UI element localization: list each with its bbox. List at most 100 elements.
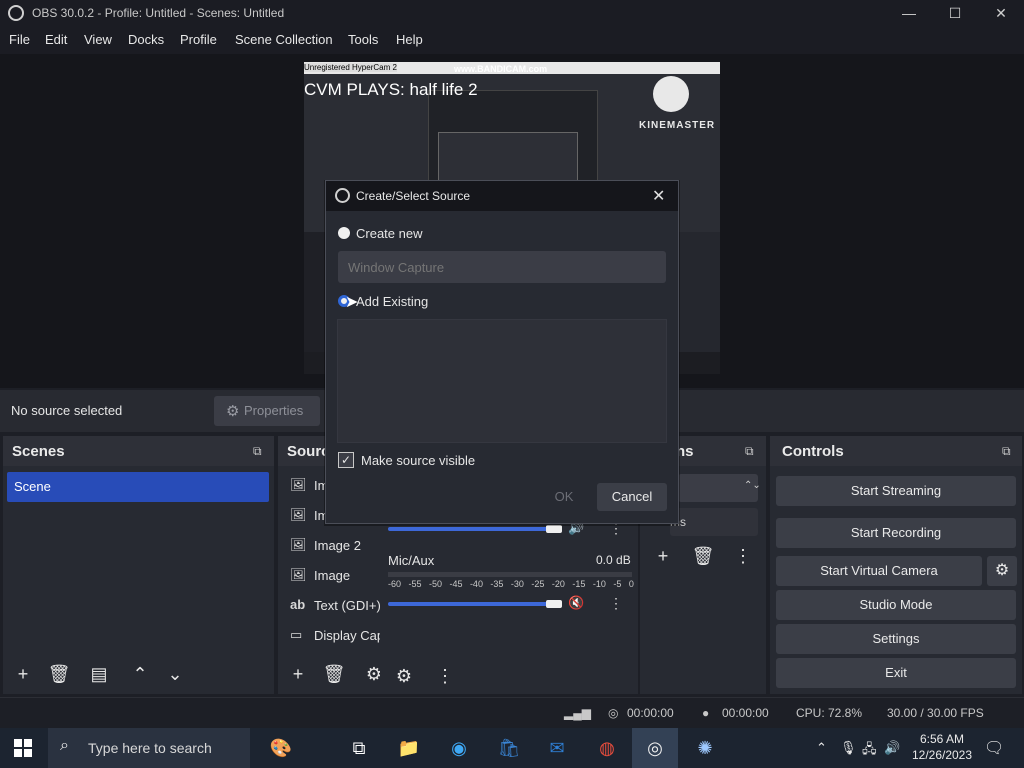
make-visible-checkbox[interactable]: ✓ [338, 452, 354, 468]
level-meter [388, 572, 632, 577]
app-icon[interactable]: ✺ [682, 728, 728, 768]
undock-icon[interactable]: ⧉ [745, 444, 754, 459]
network-icon[interactable]: 🖧 [862, 740, 877, 762]
chrome-icon[interactable]: ◍ [584, 728, 630, 768]
source-item[interactable]: 🖼 Image [288, 562, 385, 590]
source-item[interactable]: ▭ Display Cap [288, 622, 385, 650]
volume-knob-1[interactable] [546, 525, 562, 533]
mail-icon[interactable]: ✉ [534, 728, 580, 768]
display-icon: ▭ [290, 627, 303, 642]
meter-scale: -60 -55 -50 -45 -40 -35 -30 -25 -20 -15 … [388, 579, 634, 589]
make-visible-label[interactable]: Make source visible [361, 453, 475, 468]
scenes-header: Scenes ⧉ [3, 436, 274, 466]
record-icon: ● [702, 706, 710, 720]
volume-knob-2[interactable] [546, 600, 562, 608]
store-icon[interactable]: 🛍 [486, 728, 532, 768]
notification-icon[interactable]: 🗨 [984, 738, 1004, 758]
file-explorer-icon[interactable]: 📁 [386, 728, 432, 768]
add-existing-label[interactable]: Add Existing [356, 294, 428, 309]
close-button[interactable]: ✕ [978, 0, 1024, 26]
add-source-button[interactable]: + [283, 660, 313, 688]
remove-transition-button[interactable]: 🗑 [688, 542, 718, 570]
controls-title: Controls [782, 443, 844, 460]
add-transition-button[interactable]: + [648, 542, 678, 570]
tray-chevron-icon[interactable]: ⌃ [816, 740, 827, 756]
scene-filter-button[interactable]: ▤ [84, 660, 114, 688]
microphone-icon[interactable]: 🎙 [840, 740, 857, 756]
properties-label: Properties [244, 403, 304, 418]
source-item[interactable]: 🖼 Image 2 [288, 532, 385, 560]
menu-file[interactable]: File [9, 32, 30, 47]
edge-icon[interactable]: ◉ [436, 728, 482, 768]
obs-taskbar-icon[interactable]: ◎ [632, 728, 678, 768]
create-new-radio[interactable] [338, 227, 350, 239]
undock-icon[interactable]: ⧉ [1002, 444, 1011, 459]
move-down-button[interactable]: ⌄ [160, 660, 190, 688]
window-title: OBS 30.0.2 - Profile: Untitled - Scenes:… [32, 6, 285, 20]
scale-tick: -60 [388, 579, 402, 589]
more-options-icon[interactable]: ⋮ [609, 595, 623, 612]
source-item[interactable]: ab Text (GDI+) [288, 592, 385, 620]
widgets-icon[interactable]: 🎨 [258, 728, 304, 768]
muted-speaker-icon[interactable]: 🔇 [568, 595, 584, 611]
task-view-icon[interactable]: ⧉ [336, 728, 382, 768]
existing-sources-list[interactable] [337, 319, 667, 443]
clock[interactable]: 6:56 AM 12/26/2023 [906, 731, 978, 763]
transition-select[interactable]: ⌃⌄ [678, 474, 761, 502]
menu-edit[interactable]: Edit [45, 32, 67, 47]
start-virtual-camera-button[interactable]: Start Virtual Camera [776, 556, 982, 586]
settings-button[interactable]: Settings [776, 624, 1016, 654]
fps-readout: 30.00 / 30.00 FPS [887, 706, 984, 720]
virtual-camera-settings-button[interactable]: ⚙ [987, 556, 1017, 586]
scale-tick: -20 [551, 579, 565, 589]
controls-dock: Controls ⧉ Start Streaming Start Recordi… [770, 436, 1022, 694]
duration-input[interactable]: ms [670, 508, 758, 536]
signal-icon: ▂▄▆ [564, 706, 591, 720]
bandicam-watermark: www.BANDICAM.com [454, 64, 548, 74]
source-name-input[interactable] [338, 251, 666, 283]
studio-mode-button[interactable]: Studio Mode [776, 590, 1016, 620]
properties-button[interactable]: ⚙ Properties [214, 396, 320, 426]
menu-docks[interactable]: Docks [128, 32, 164, 47]
exit-button[interactable]: Exit [776, 658, 1016, 688]
create-new-label[interactable]: Create new [356, 226, 422, 241]
menu-help[interactable]: Help [396, 32, 423, 47]
move-up-button[interactable]: ⌃ [125, 660, 155, 688]
volume-slider-1[interactable] [388, 527, 554, 531]
source-label: Text (GDI+) [314, 598, 381, 613]
windows-start-icon[interactable] [14, 739, 32, 757]
taskbar-search[interactable]: ⌕ Type here to search [48, 728, 250, 768]
minimize-button[interactable]: — [886, 0, 932, 26]
volume-icon[interactable]: 🔊 [884, 740, 900, 756]
maximize-button[interactable]: ☐ [932, 0, 978, 26]
obs-logo-icon [335, 188, 350, 203]
search-placeholder: Type here to search [88, 740, 212, 756]
menu-view[interactable]: View [84, 32, 112, 47]
image-icon: 🖼 [290, 567, 307, 582]
add-scene-button[interactable]: + [8, 660, 38, 688]
chevron-updown-icon: ⌃⌄ [744, 480, 761, 491]
scene-item[interactable]: Scene [7, 472, 269, 502]
source-label: Image 2 [314, 538, 361, 553]
text-icon: ab [290, 597, 306, 612]
volume-slider-2[interactable] [388, 602, 554, 606]
transition-menu-button[interactable]: ⋮ [728, 542, 758, 570]
ok-button[interactable]: OK [544, 483, 584, 511]
gear-icon: ⚙ [226, 403, 240, 420]
close-icon[interactable]: ✕ [652, 186, 665, 206]
menu-profile[interactable]: Profile [180, 32, 217, 47]
cancel-button[interactable]: Cancel [597, 483, 667, 511]
menu-tools[interactable]: Tools [348, 32, 378, 47]
start-recording-button[interactable]: Start Recording [776, 518, 1016, 548]
kinemaster-logo-icon [653, 76, 689, 112]
title-bar: OBS 30.0.2 - Profile: Untitled - Scenes:… [0, 0, 1024, 26]
scale-tick: 0 [628, 579, 634, 589]
remove-scene-button[interactable]: 🗑 [44, 660, 74, 688]
start-streaming-button[interactable]: Start Streaming [776, 476, 1016, 506]
remove-source-button[interactable]: 🗑 [319, 660, 349, 688]
mixer-settings-button[interactable]: ⚙ [389, 662, 419, 690]
undock-icon[interactable]: ⧉ [253, 444, 262, 459]
menu-scene-collection[interactable]: Scene Collection [235, 32, 333, 47]
mixer-menu-button[interactable]: ⋮ [430, 662, 460, 690]
image-icon: 🖼 [290, 537, 307, 552]
